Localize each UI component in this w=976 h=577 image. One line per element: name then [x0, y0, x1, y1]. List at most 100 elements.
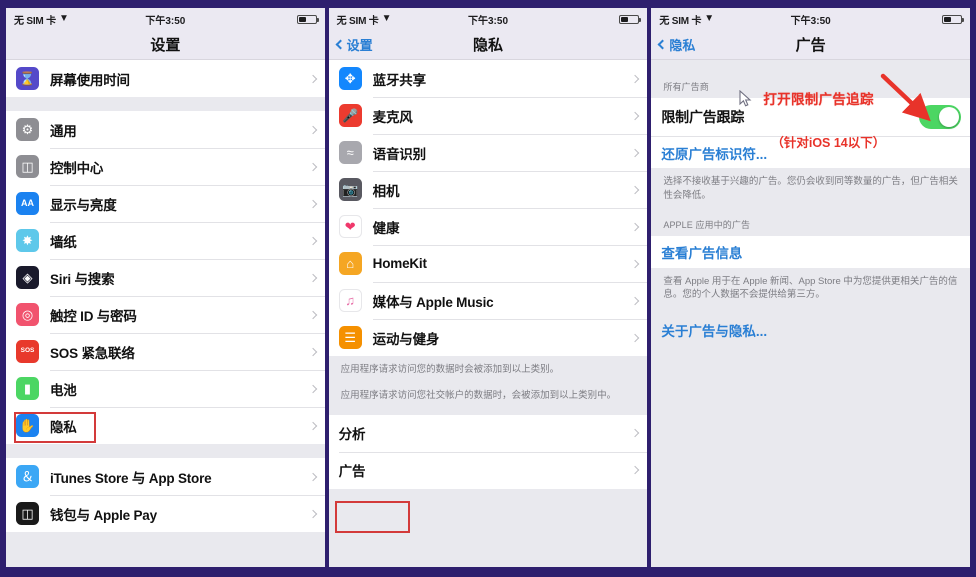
page-title: 设置: [150, 37, 181, 54]
view-ad-information-link[interactable]: 查看广告信息: [651, 235, 971, 268]
wallet-applepay-icon: ◫: [16, 502, 39, 525]
list-item-homekit[interactable]: ⌂ HomeKit: [328, 245, 648, 282]
chevron-right-icon: [308, 421, 317, 430]
ads-footer-2: 查看 Apple 用于在 Apple 新闻、App Store 中为您提供更相关…: [651, 267, 971, 308]
phone-panel-privacy: 无 SIM 卡 ▼ 下午3:50 设置 隐私 ✥ 蓝牙共享 🎤 麦克风 ≈ 语音…: [328, 8, 648, 567]
sidebar-item-control-center[interactable]: ◫ 控制中心: [6, 148, 325, 185]
about-ads-privacy-link[interactable]: 关于广告与隐私...: [651, 317, 971, 344]
row-label: SOS 紧急联络: [50, 345, 135, 361]
row-label: 相机: [372, 183, 400, 199]
privacy-scroll-body[interactable]: ✥ 蓝牙共享 🎤 麦克风 ≈ 语音识别 📷 相机 ❤ 健康 ⌂ HomeKit …: [328, 60, 648, 567]
chevron-left-icon: [657, 39, 668, 50]
chevron-right-icon: [631, 74, 640, 83]
privacy-footer-1: 应用程序请求访问您的数据时会被添加到以上类别。: [328, 356, 648, 382]
display-brightness-icon: AA: [16, 192, 39, 215]
privacy-icon: ✋: [16, 414, 39, 437]
chevron-right-icon: [308, 310, 317, 319]
row-label: 隐私: [50, 419, 77, 435]
sidebar-item-wallpaper[interactable]: ✸ 墙纸: [6, 222, 325, 259]
privacy-group-bottom: 分析 广告: [328, 414, 648, 489]
list-item-advertising[interactable]: 广告: [328, 451, 648, 489]
speech-recognition-icon: ≈: [338, 141, 362, 164]
chevron-right-icon: [631, 428, 640, 438]
wifi-icon: ▼: [58, 13, 69, 24]
list-item-apple-music[interactable]: ♫ 媒体与 Apple Music: [328, 282, 648, 319]
annotation-instruction: 打开限制广告追踪: [763, 92, 874, 107]
chevron-right-icon: [308, 125, 317, 134]
siri-search-icon: ◈: [16, 266, 39, 289]
row-label: 语音识别: [372, 146, 426, 162]
group-separator: [651, 307, 971, 318]
status-bar: 无 SIM 卡 ▼ 下午3:50: [328, 8, 648, 30]
sidebar-item-general[interactable]: ⚙ 通用: [6, 111, 325, 148]
phone-panel-settings: 无 SIM 卡 ▼ 下午3:50 设置 ⌛ 屏幕使用时间 ⚙ 通用 ◫ 控制中心…: [6, 8, 325, 567]
sidebar-item-siri-search[interactable]: ◈ Siri 与搜索: [6, 259, 325, 296]
sidebar-item-touch-id[interactable]: ◎ 触控 ID 与密码: [6, 296, 325, 333]
settings-group-stores: ＆ iTunes Store 与 App Store ◫ 钱包与 Apple P…: [6, 458, 325, 532]
fitness-icon: ☰: [338, 326, 362, 349]
list-item-camera[interactable]: 📷 相机: [328, 171, 648, 208]
list-item-bluetooth[interactable]: ✥ 蓝牙共享: [328, 60, 648, 97]
ads-group-view-info: 查看广告信息: [651, 235, 971, 268]
battery-settings-icon: ▮: [16, 377, 39, 400]
row-label: 控制中心: [50, 160, 104, 176]
status-bar-right: [619, 14, 642, 24]
sidebar-item-screen-time[interactable]: ⌛ 屏幕使用时间: [6, 60, 325, 97]
list-item-fitness[interactable]: ☰ 运动与健身: [328, 319, 648, 356]
back-button-settings[interactable]: 设置: [335, 35, 373, 54]
sidebar-item-wallet-applepay[interactable]: ◫ 钱包与 Apple Pay: [6, 495, 325, 532]
general-icon: ⚙: [16, 118, 39, 141]
section-header-apple-apps: APPLE 应用中的广告: [651, 207, 971, 236]
touch-id-icon: ◎: [16, 303, 39, 326]
back-button-label: 隐私: [669, 38, 696, 53]
carrier-label: 无 SIM 卡: [14, 15, 56, 27]
row-label: 广告: [338, 464, 366, 480]
status-bar-right: [942, 14, 965, 24]
row-label: 健康: [372, 220, 400, 236]
battery-icon: [942, 14, 965, 24]
page-title: 广告: [795, 37, 826, 54]
group-separator: [6, 444, 325, 458]
chevron-right-icon: [631, 185, 640, 194]
screenshot-frame: 无 SIM 卡 ▼ 下午3:50 设置 ⌛ 屏幕使用时间 ⚙ 通用 ◫ 控制中心…: [0, 0, 976, 577]
wifi-icon: ▼: [381, 13, 392, 24]
row-label: 屏幕使用时间: [50, 72, 130, 88]
chevron-right-icon: [631, 148, 640, 157]
screen-time-icon: ⌛: [16, 67, 39, 90]
chevron-right-icon: [631, 333, 640, 342]
sos-icon: SOS: [16, 340, 39, 363]
chevron-right-icon: [631, 465, 640, 475]
wallpaper-icon: ✸: [16, 229, 39, 252]
advertising-scroll-body[interactable]: 所有广告商 限制广告跟踪 还原广告标识符... 选择不接收基于兴趣的广告。您仍会…: [651, 60, 971, 567]
back-button-privacy[interactable]: 隐私: [657, 35, 696, 54]
status-bar-right: [296, 14, 319, 24]
list-item-speech-recognition[interactable]: ≈ 语音识别: [328, 134, 648, 171]
settings-group-system: ⚙ 通用 ◫ 控制中心 AA 显示与亮度 ✸ 墙纸 ◈ Siri 与搜索 ◎ 触…: [6, 111, 325, 444]
chevron-right-icon: [308, 74, 317, 83]
row-label: 麦克风: [372, 109, 413, 125]
list-item-health[interactable]: ❤ 健康: [328, 208, 648, 245]
list-item-microphone[interactable]: 🎤 麦克风: [328, 97, 648, 134]
status-bar: 无 SIM 卡 ▼ 下午3:50: [651, 8, 971, 30]
settings-group-screen-time: ⌛ 屏幕使用时间: [6, 60, 325, 97]
sidebar-item-battery[interactable]: ▮ 电池: [6, 370, 325, 407]
chevron-right-icon: [308, 347, 317, 356]
sidebar-item-itunes-appstore[interactable]: ＆ iTunes Store 与 App Store: [6, 458, 325, 495]
back-button-label: 设置: [346, 38, 373, 53]
carrier-label: 无 SIM 卡: [336, 15, 379, 27]
row-label: 墙纸: [50, 234, 77, 250]
row-label: 蓝牙共享: [372, 72, 426, 88]
status-bar: 无 SIM 卡 ▼ 下午3:50: [6, 8, 325, 30]
sidebar-item-sos[interactable]: SOS SOS 紧急联络: [6, 333, 325, 370]
row-label: HomeKit: [372, 256, 427, 271]
list-item-analytics[interactable]: 分析: [328, 414, 648, 452]
mouse-cursor-icon: [739, 90, 752, 107]
homekit-icon: ⌂: [338, 252, 362, 275]
privacy-group-services: ✥ 蓝牙共享 🎤 麦克风 ≈ 语音识别 📷 相机 ❤ 健康 ⌂ HomeKit …: [328, 60, 648, 356]
sidebar-item-display-brightness[interactable]: AA 显示与亮度: [6, 185, 325, 222]
chevron-right-icon: [308, 273, 317, 282]
settings-scroll-body[interactable]: ⌛ 屏幕使用时间 ⚙ 通用 ◫ 控制中心 AA 显示与亮度 ✸ 墙纸 ◈ Sir…: [6, 60, 325, 567]
chevron-right-icon: [308, 199, 317, 208]
sidebar-item-privacy[interactable]: ✋ 隐私: [6, 407, 325, 444]
row-label: 显示与亮度: [50, 197, 117, 213]
